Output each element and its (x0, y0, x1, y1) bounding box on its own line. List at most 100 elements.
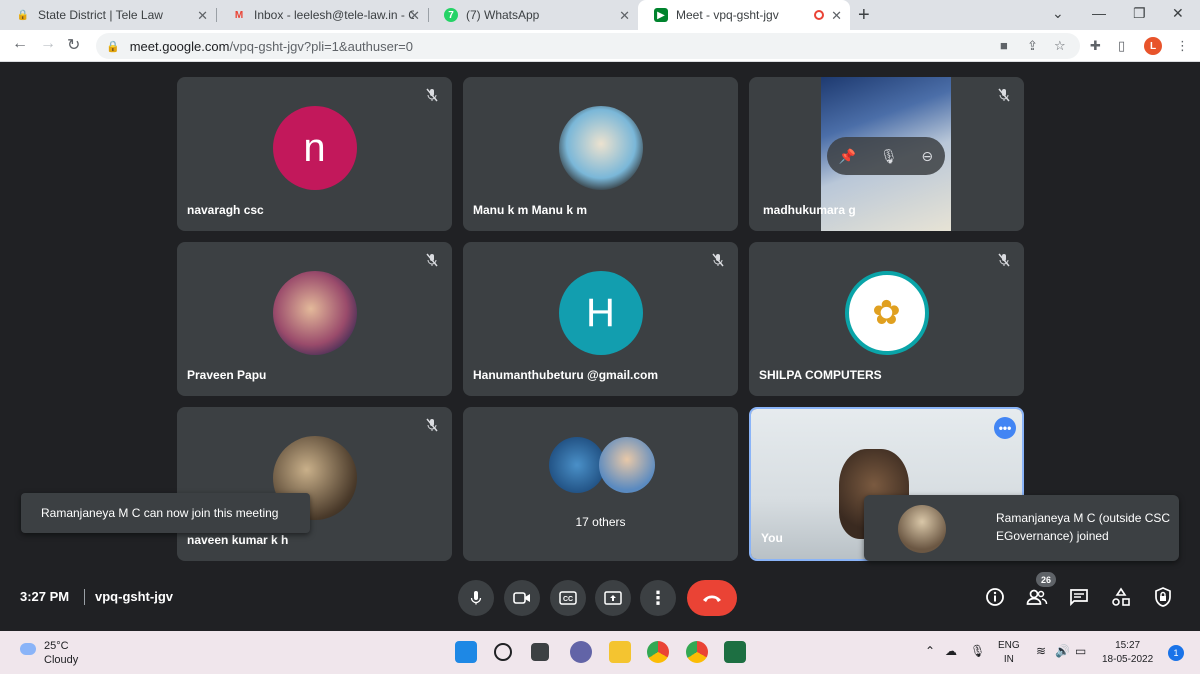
lock-icon: 🔒 (16, 9, 30, 21)
participant-count-badge: 26 (1036, 572, 1056, 587)
search-icon[interactable] (494, 643, 512, 661)
temperature: 25°C (44, 640, 69, 652)
restore-button[interactable]: ❐ (1133, 5, 1146, 22)
close-icon[interactable]: ✕ (619, 8, 630, 24)
avatar: n (272, 106, 357, 190)
mic-off-icon (998, 88, 1010, 102)
avatar-photo (549, 437, 605, 493)
avatar-photo (599, 437, 655, 493)
close-window-button[interactable]: ✕ (1172, 5, 1184, 22)
host-controls-icon[interactable] (1152, 586, 1174, 608)
onedrive-icon[interactable]: ☁ (945, 644, 957, 658)
chat-teams-icon[interactable] (570, 641, 592, 663)
file-explorer-icon[interactable] (609, 641, 631, 663)
camera-icon[interactable]: ■ (1000, 38, 1008, 53)
weather-widget[interactable]: 25°C Cloudy (20, 639, 78, 667)
url-path: /vpq-gsht-jgv?pli=1&authuser=0 (229, 38, 413, 54)
chevron-up-icon[interactable]: ⌃ (925, 644, 935, 658)
new-tab-button[interactable]: + (858, 4, 870, 27)
activities-icon[interactable] (1110, 586, 1132, 608)
back-icon[interactable]: ← (12, 35, 28, 53)
region-code: IN (1003, 654, 1014, 665)
tab-label: Meet - vpq-gsht-jgv (676, 8, 779, 22)
url-host: meet.google.com (129, 38, 230, 54)
notification-badge[interactable]: 1 (1168, 645, 1184, 661)
participant-name: You (761, 531, 783, 545)
participant-tile[interactable]: naveen kumar k h (177, 407, 452, 561)
participant-tile[interactable]: 📌 🎙 ⊖ madhukumara g (749, 77, 1024, 231)
close-icon[interactable]: ✕ (831, 8, 842, 24)
mic-icon (470, 591, 482, 605)
task-view-icon[interactable] (531, 643, 549, 661)
leave-call-button[interactable] (687, 580, 737, 616)
participant-tile[interactable]: H Hanumanthubeturu @gmail.com (463, 242, 738, 396)
participant-name: Hanumanthubeturu @gmail.com (473, 368, 659, 382)
meeting-details-icon[interactable] (984, 586, 1006, 608)
menu-icon[interactable]: ⋮ (1176, 38, 1189, 54)
minimize-button[interactable]: — (1092, 5, 1106, 21)
mic-off-icon (998, 253, 1010, 267)
hang-up-icon (703, 595, 721, 602)
more-options-button[interactable]: ⋮ (640, 580, 676, 616)
mute-icon[interactable]: 🎙 (880, 148, 898, 165)
participant-tile[interactable]: Praveen Papu (177, 242, 452, 396)
excel-icon[interactable] (724, 641, 746, 663)
others-tile[interactable]: 17 others (463, 407, 738, 561)
participant-name: Manu k m Manu k m (473, 203, 588, 217)
avatar-logo: ✿ (844, 271, 929, 355)
system-clock[interactable]: 15:27 18-05-2022 (1102, 639, 1153, 667)
avatar-photo (558, 106, 643, 190)
tab-search-icon[interactable]: ⌄ (1052, 5, 1064, 22)
participant-tile[interactable]: ✿ SHILPA COMPUTERS (749, 242, 1024, 396)
pin-icon[interactable]: 📌 (839, 148, 856, 165)
gmail-icon: M (234, 9, 244, 21)
more-options-icon[interactable]: ••• (994, 417, 1016, 439)
toast-notification: Ramanjaneya M C can now join this meetin… (21, 493, 310, 533)
tab-label: State District | Tele Law (38, 8, 163, 22)
extensions-icon[interactable]: ✚ (1090, 38, 1101, 54)
share-icon[interactable]: ⇪ (1027, 38, 1038, 54)
chrome-icon[interactable] (647, 641, 669, 663)
language-indicator[interactable]: ENG IN (998, 639, 1020, 667)
chat-icon[interactable] (1068, 586, 1090, 608)
chrome-profile-icon[interactable] (686, 641, 708, 663)
divider (84, 589, 85, 605)
people-icon[interactable] (1026, 586, 1048, 608)
side-panel-icon[interactable]: ▯ (1118, 38, 1125, 54)
volume-icon[interactable]: 🔊 (1055, 644, 1070, 658)
address-bar[interactable]: 🔒 meet.google.com/vpq-gsht-jgv?pli=1&aut… (96, 33, 1080, 59)
mic-button[interactable] (458, 580, 494, 616)
present-button[interactable] (595, 580, 631, 616)
mic-off-icon (426, 253, 438, 267)
forward-icon[interactable]: → (40, 35, 56, 53)
close-icon[interactable]: ✕ (409, 8, 420, 24)
recording-icon (814, 10, 824, 20)
wifi-icon[interactable]: ≋ (1036, 644, 1046, 658)
remove-icon[interactable]: ⊖ (921, 148, 933, 165)
battery-icon[interactable]: ▭ (1075, 644, 1086, 658)
tab-label: Inbox - leelesh@tele-law.in - CSC (254, 8, 414, 22)
tab-gmail[interactable]: M Inbox - leelesh@tele-law.in - CSC ✕ (216, 0, 428, 30)
participant-name: naveen kumar k h (187, 533, 289, 547)
cloud-icon (20, 643, 36, 655)
profile-avatar[interactable]: L (1144, 37, 1162, 55)
tile-hover-controls: 📌 🎙 ⊖ (827, 137, 945, 175)
clock-date: 18-05-2022 (1102, 654, 1154, 665)
close-icon[interactable]: ✕ (197, 8, 208, 24)
avatar-photo (898, 505, 946, 553)
join-notification-text: Ramanjaneya M C (outside CSC EGovernance… (996, 511, 1171, 543)
participant-tile[interactable]: Manu k m Manu k m (463, 77, 738, 231)
captions-button[interactable]: CC (550, 580, 586, 616)
participant-tile[interactable]: n navaragh csc (177, 77, 452, 231)
weather-condition: Cloudy (44, 654, 79, 666)
reload-icon[interactable]: ↻ (67, 35, 80, 55)
start-icon[interactable] (455, 641, 477, 663)
tab-tele-law[interactable]: 🔒 State District | Tele Law ✕ (0, 0, 216, 30)
tab-meet[interactable]: ▶ Meet - vpq-gsht-jgv ✕ (638, 0, 850, 30)
tab-whatsapp[interactable]: 7 (7) WhatsApp ✕ (428, 0, 638, 30)
language-code: ENG (998, 640, 1020, 651)
camera-button[interactable] (504, 580, 540, 616)
mic-off-icon (426, 88, 438, 102)
bookmark-star-icon[interactable]: ☆ (1054, 38, 1066, 54)
microphone-icon[interactable]: 🎙 (970, 644, 985, 658)
